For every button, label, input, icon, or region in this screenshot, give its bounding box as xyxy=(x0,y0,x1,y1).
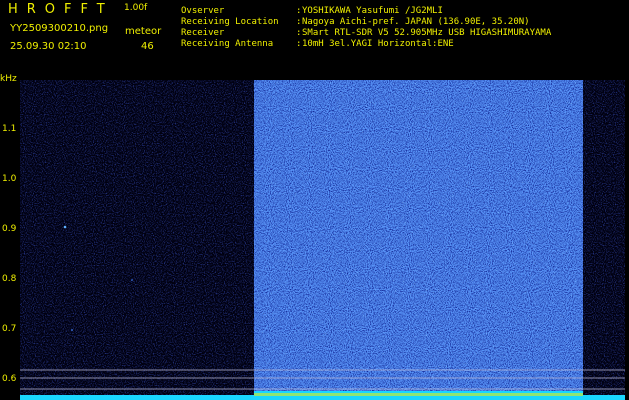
info-key: Receiving Location xyxy=(181,17,279,27)
info-value: YOSHIKAWA Yasufumi /JG2MLI xyxy=(302,6,443,16)
y-tick-label: 0.9 xyxy=(2,224,17,234)
baseline-trace-right xyxy=(583,395,625,400)
meteor-count-value: 46 xyxy=(141,41,154,52)
noise-floor-quiet-right xyxy=(583,80,625,400)
y-tick-label: 1.0 xyxy=(2,174,17,184)
frequency-unit-label: kHz xyxy=(0,74,17,84)
info-row-observer: Ovserver: YOSHIKAWA Yasufumi /JG2MLI xyxy=(181,6,551,17)
y-tick-label: 1.1 xyxy=(2,124,17,134)
spectrogram-plot xyxy=(20,80,625,400)
info-key: Ovserver xyxy=(181,6,225,16)
meteor-echo-dot xyxy=(71,329,73,331)
active-band-specks xyxy=(254,80,583,400)
meteor-count-label: meteor xyxy=(125,26,162,37)
baseline-highlight xyxy=(254,393,583,396)
info-value: Nagoya Aichi-pref. JAPAN (136.90E, 35.20… xyxy=(302,17,530,27)
baseline-trace-left xyxy=(20,395,254,400)
y-tick-label: 0.8 xyxy=(2,274,17,284)
y-tick-label: 0.7 xyxy=(2,324,17,334)
station-info: Ovserver: YOSHIKAWA Yasufumi /JG2MLI Rece… xyxy=(181,6,551,50)
meteor-echo-dot xyxy=(131,279,133,281)
app-title: HROFFT xyxy=(8,2,114,17)
info-row-receiver: Receiver: SMart RTL-SDR V5 52.905MHz USB … xyxy=(181,28,551,39)
app-version: 1.00f xyxy=(124,3,148,13)
noise-floor-quiet-left xyxy=(20,80,254,400)
info-value: SMart RTL-SDR V5 52.905MHz USB HIGASHIMU… xyxy=(302,28,552,38)
info-key: Receiver xyxy=(181,28,225,38)
timestamp: 25.09.30 02:10 xyxy=(10,41,87,52)
info-row-location: Receiving Location: Nagoya Aichi-pref. JA… xyxy=(181,17,551,28)
info-value: 10mH 3el.YAGI Horizontal:ENE xyxy=(302,39,454,49)
meteor-echo-dot xyxy=(63,225,67,229)
info-key: Receiving Antenna xyxy=(181,39,274,49)
file-name: YY2509300210.png xyxy=(10,23,109,34)
info-row-antenna: Receiving Antenna:10mH 3el.YAGI Horizont… xyxy=(181,39,551,50)
y-tick-label: 0.6 xyxy=(2,374,17,384)
